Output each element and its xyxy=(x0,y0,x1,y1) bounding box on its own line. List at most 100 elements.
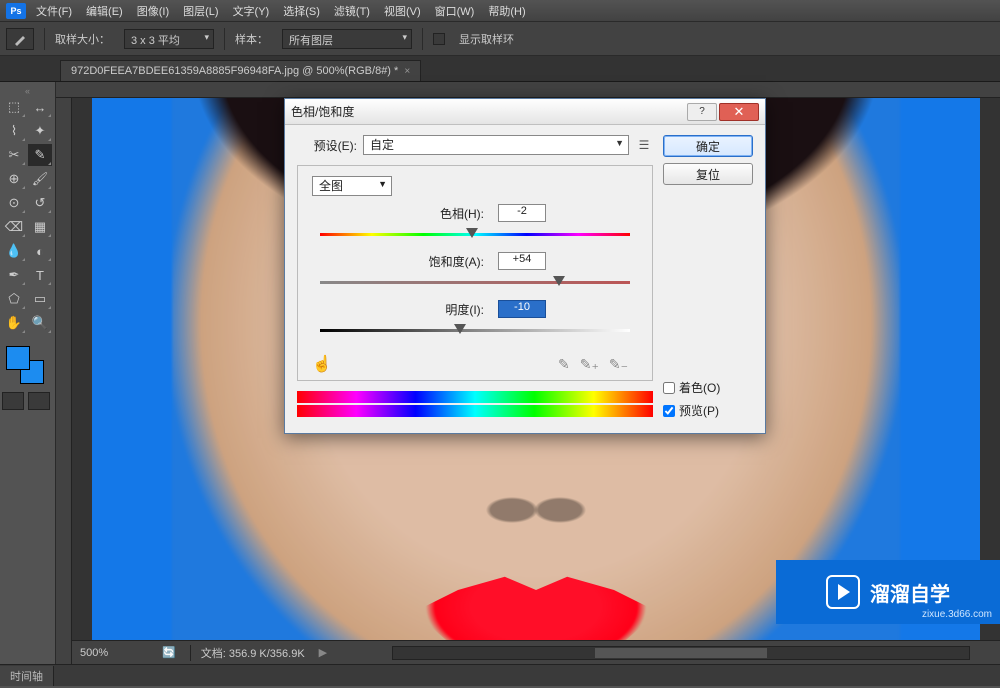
current-tool-icon[interactable] xyxy=(6,28,34,50)
eyedropper-set-icon[interactable]: ✎ xyxy=(558,356,570,373)
tool-zoom[interactable]: 🔍 xyxy=(28,312,52,334)
tool-lasso[interactable]: ⌇ xyxy=(2,120,26,142)
saturation-thumb[interactable] xyxy=(553,276,565,286)
status-menu-icon[interactable]: ▶ xyxy=(319,646,327,659)
menu-help[interactable]: 帮助(H) xyxy=(488,3,525,19)
eyedropper-group: ✎ ✎₊ ✎₋ xyxy=(332,356,638,373)
screenmode-button[interactable] xyxy=(28,392,50,410)
tool-pen[interactable]: ✒ xyxy=(2,264,26,286)
colorize-check[interactable]: 着色(O) xyxy=(663,379,753,396)
marquee-icon: ⬚ xyxy=(8,99,20,115)
menu-layer[interactable]: 图层(L) xyxy=(183,3,218,19)
quickmask-button[interactable] xyxy=(2,392,24,410)
color-swatches[interactable] xyxy=(2,342,46,382)
tool-dodge[interactable]: ◐ xyxy=(28,240,52,262)
tool-history-brush[interactable]: ↺ xyxy=(28,192,52,214)
hue-input[interactable]: -2 xyxy=(498,204,546,222)
app-icon: Ps xyxy=(6,3,26,19)
move-icon: ↔ xyxy=(34,100,47,115)
clone-icon: ⊙ xyxy=(9,195,20,211)
dialog-titlebar[interactable]: 色相/饱和度 ? ✕ xyxy=(285,99,765,125)
preview-checkbox[interactable] xyxy=(663,405,675,417)
hue-thumb[interactable] xyxy=(466,228,478,238)
tool-shape[interactable]: ▭ xyxy=(28,288,52,310)
dialog-main: 预设(E): 自定 ☰ 全图 色相(H): -2 饱和度(A): xyxy=(297,135,653,419)
lasso-icon: ⌇ xyxy=(11,123,17,139)
saturation-input[interactable]: +54 xyxy=(498,252,546,270)
lightness-slider[interactable] xyxy=(320,326,630,336)
healing-icon: ⊕ xyxy=(9,171,20,187)
dialog-side: 确定 复位 着色(O) 预览(P) xyxy=(663,135,753,419)
tool-path-select[interactable]: ⬠ xyxy=(2,288,26,310)
brush-icon: 🖌 xyxy=(32,171,49,187)
ruler-vertical[interactable] xyxy=(56,98,72,664)
tool-gradient[interactable]: ▦ xyxy=(28,216,52,238)
sync-icon[interactable]: 🔄 xyxy=(162,646,176,659)
menu-type[interactable]: 文字(Y) xyxy=(233,3,270,19)
ok-button[interactable]: 确定 xyxy=(663,135,753,157)
preview-label: 预览(P) xyxy=(679,402,719,419)
menu-view[interactable]: 视图(V) xyxy=(384,3,421,19)
foreground-color-swatch[interactable] xyxy=(6,346,30,370)
menu-image[interactable]: 图像(I) xyxy=(137,3,169,19)
lightness-row: 明度(I): -10 xyxy=(312,300,638,336)
colorize-checkbox[interactable] xyxy=(663,382,675,394)
timeline-label: 时间轴 xyxy=(0,666,54,686)
menu-edit[interactable]: 编辑(E) xyxy=(86,3,123,19)
tool-crop[interactable]: ✂ xyxy=(2,144,26,166)
tool-brush[interactable]: 🖌 xyxy=(28,168,52,190)
lightness-thumb[interactable] xyxy=(454,324,466,334)
tool-hand[interactable]: ✋ xyxy=(2,312,26,334)
scrubby-hand-icon[interactable]: ☝ xyxy=(312,354,332,374)
sample-select[interactable]: 所有图层 xyxy=(282,29,412,49)
path-icon: ⬠ xyxy=(8,291,19,307)
cancel-button[interactable]: 复位 xyxy=(663,163,753,185)
adjust-group: 全图 色相(H): -2 饱和度(A): +54 xyxy=(297,165,653,381)
scrollbar-thumb[interactable] xyxy=(595,648,768,658)
lightness-input[interactable]: -10 xyxy=(498,300,546,318)
eyedropper-subtract-icon[interactable]: ✎₋ xyxy=(609,356,628,373)
menu-window[interactable]: 窗口(W) xyxy=(435,3,475,19)
sample-label: 样本： xyxy=(235,31,268,47)
toolbox-collapse-icon[interactable]: « xyxy=(25,86,30,94)
spectrum-bottom xyxy=(297,405,653,417)
toolbox: « ⬚ ↔ ⌇ ✦ ✂ ✎ ⊕ 🖌 ⊙ ↺ ⌫ ▦ 💧 ◐ ✒ T ⬠ ▭ ✋ … xyxy=(0,82,56,664)
show-ring-checkbox[interactable] xyxy=(433,33,445,45)
menu-filter[interactable]: 滤镜(T) xyxy=(334,3,370,19)
preview-check[interactable]: 预览(P) xyxy=(663,402,753,419)
crop-icon: ✂ xyxy=(9,147,20,163)
dialog-title: 色相/饱和度 xyxy=(291,103,685,120)
hue-slider[interactable] xyxy=(320,230,630,240)
tool-healing[interactable]: ⊕ xyxy=(2,168,26,190)
menu-file[interactable]: 文件(F) xyxy=(36,3,72,19)
history-brush-icon: ↺ xyxy=(35,195,46,211)
tool-move[interactable]: ↔ xyxy=(28,96,52,118)
tool-marquee[interactable]: ⬚ xyxy=(2,96,26,118)
zoom-level[interactable]: 500% xyxy=(80,647,148,659)
tool-quick-select[interactable]: ✦ xyxy=(28,120,52,142)
preset-menu-icon[interactable]: ☰ xyxy=(635,136,653,154)
dialog-close-button[interactable]: ✕ xyxy=(719,103,759,121)
tool-clone[interactable]: ⊙ xyxy=(2,192,26,214)
sample-size-select[interactable]: 3 x 3 平均 xyxy=(124,29,214,49)
ruler-horizontal[interactable] xyxy=(56,82,1000,98)
eyedropper-add-icon[interactable]: ✎₊ xyxy=(580,356,599,373)
range-dropdown[interactable]: 全图 xyxy=(312,176,392,196)
dialog-help-button[interactable]: ? xyxy=(687,103,717,121)
hand-icon: ✋ xyxy=(6,315,22,331)
timeline-panel[interactable]: 时间轴 xyxy=(0,664,1000,686)
saturation-slider[interactable] xyxy=(320,278,630,288)
tool-eyedropper[interactable]: ✎ xyxy=(28,144,52,166)
horizontal-scrollbar[interactable] xyxy=(392,646,970,660)
lips-selection xyxy=(406,568,666,640)
document-tab[interactable]: 972D0FEEA7BDEE61359A8885F96948FA.jpg @ 5… xyxy=(60,60,421,81)
tool-blur[interactable]: 💧 xyxy=(2,240,26,262)
range-value: 全图 xyxy=(313,179,343,193)
saturation-row: 饱和度(A): +54 xyxy=(312,252,638,288)
tool-type[interactable]: T xyxy=(28,264,52,286)
tool-eraser[interactable]: ⌫ xyxy=(2,216,26,238)
preset-dropdown[interactable]: 自定 xyxy=(363,135,629,155)
menu-select[interactable]: 选择(S) xyxy=(283,3,320,19)
tab-close-icon[interactable]: × xyxy=(404,66,410,77)
quick-select-icon: ✦ xyxy=(35,123,46,139)
